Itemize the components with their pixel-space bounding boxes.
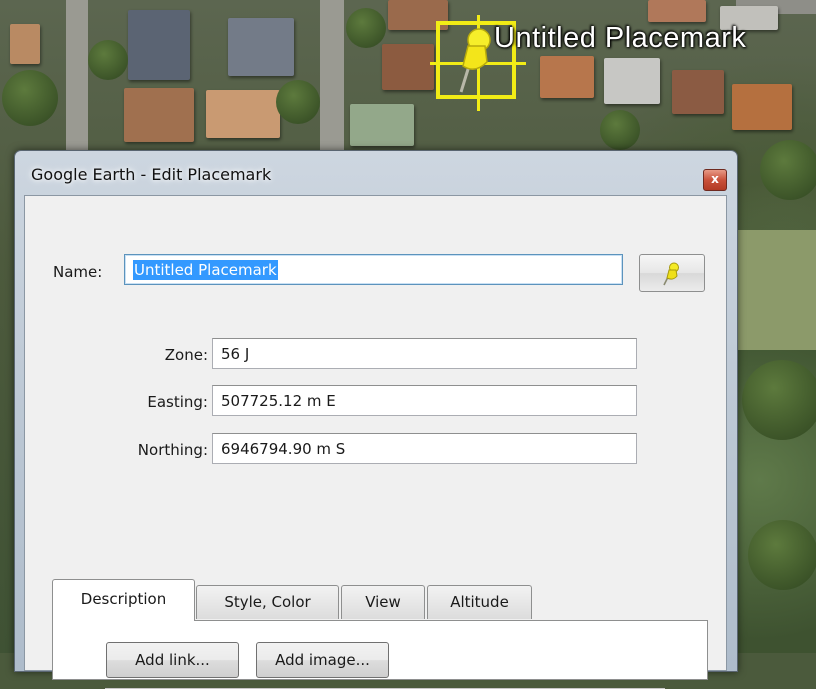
name-input-value: Untitled Placemark: [133, 260, 278, 280]
placemark-icon-button[interactable]: [639, 254, 705, 292]
tree: [346, 8, 386, 48]
tree: [276, 80, 320, 124]
tab-description[interactable]: Description: [52, 579, 195, 621]
easting-field[interactable]: 507725.12 m E: [212, 385, 637, 416]
pushpin-icon[interactable]: [451, 26, 499, 96]
add-link-button[interactable]: Add link...: [106, 642, 239, 678]
description-tab-panel: Add link... Add image...: [52, 620, 708, 689]
lawn: [736, 230, 816, 350]
roof: [382, 44, 434, 90]
zone-label: Zone:: [164, 346, 208, 364]
pushpin-icon: [663, 262, 679, 286]
dialog-client-area: Name: Untitled Placemark Zone: 56 J East…: [24, 195, 727, 689]
tree: [742, 360, 816, 440]
tree: [88, 40, 128, 80]
name-label: Name:: [53, 263, 103, 281]
tab-style-color[interactable]: Style, Color: [196, 585, 339, 619]
road: [320, 0, 344, 160]
tree: [2, 70, 58, 126]
placemark-label: Untitled Placemark: [494, 22, 747, 54]
easting-label: Easting:: [147, 393, 208, 411]
roof: [648, 0, 706, 22]
northing-label: Northing:: [137, 441, 208, 459]
dialog-titlebar[interactable]: Google Earth - Edit Placemark x: [15, 151, 737, 195]
roof: [228, 18, 294, 76]
close-button[interactable]: x: [703, 169, 727, 191]
tree: [748, 520, 816, 590]
close-icon: x: [711, 172, 719, 186]
roof: [604, 58, 660, 104]
roof: [128, 10, 190, 80]
roof: [124, 88, 194, 142]
tree: [600, 110, 640, 150]
zone-field[interactable]: 56 J: [212, 338, 637, 369]
roof: [206, 90, 280, 138]
roof: [672, 70, 724, 114]
dialog-title: Google Earth - Edit Placemark: [31, 165, 272, 184]
tab-view[interactable]: View: [341, 585, 425, 619]
road: [66, 0, 88, 160]
name-input[interactable]: Untitled Placemark: [124, 254, 623, 285]
roof: [350, 104, 414, 146]
roof: [540, 56, 594, 98]
northing-field[interactable]: 6946794.90 m S: [212, 433, 637, 464]
add-image-button[interactable]: Add image...: [256, 642, 389, 678]
tab-altitude[interactable]: Altitude: [427, 585, 532, 619]
tree: [760, 140, 816, 200]
roof: [732, 84, 792, 130]
roof: [10, 24, 40, 64]
edit-placemark-dialog: Google Earth - Edit Placemark x Name: Un…: [14, 150, 738, 689]
